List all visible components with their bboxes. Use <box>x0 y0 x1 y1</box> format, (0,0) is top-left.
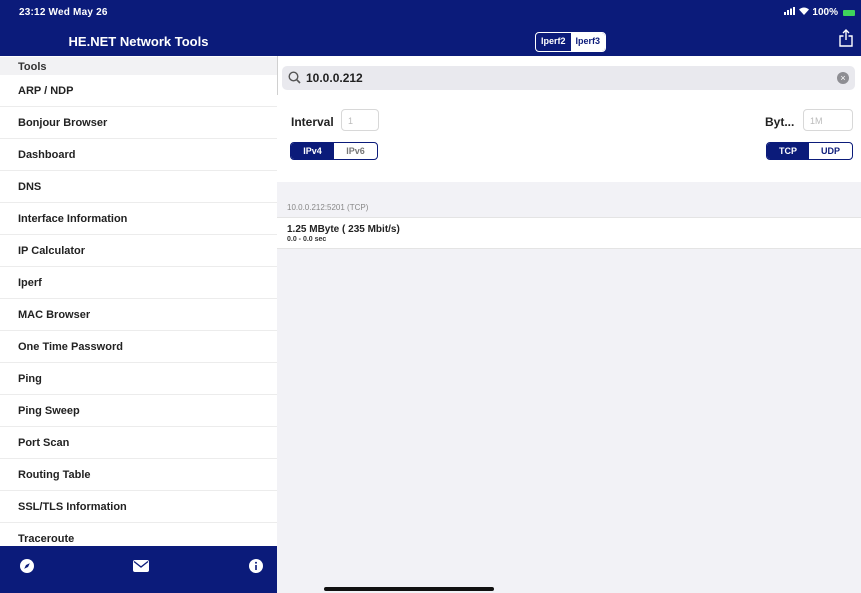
sidebar-item-one-time-password[interactable]: One Time Password <box>0 331 277 363</box>
signal-icon <box>784 7 796 18</box>
sidebar-item-label: DNS <box>18 181 42 193</box>
segment-ipv6[interactable]: IPv6 <box>334 143 377 159</box>
sidebar-item-dns[interactable]: DNS <box>0 171 277 203</box>
sidebar-item-port-scan[interactable]: Port Scan <box>0 427 277 459</box>
search-input[interactable] <box>306 71 806 85</box>
search-bar: × <box>282 66 855 90</box>
result-transfer: 1.25 MByte ( 235 Mbit/s) <box>287 224 400 235</box>
sidebar-item-label: IP Calculator <box>18 245 86 257</box>
share-icon[interactable] <box>839 29 853 52</box>
sidebar-item-ip-calculator[interactable]: IP Calculator <box>0 235 277 267</box>
sidebar-section-header: Tools <box>0 57 277 75</box>
protocol-segment: TCP UDP <box>766 142 853 160</box>
results-header: 10.0.0.212:5201 (TCP) <box>287 203 369 212</box>
sidebar-item-label: SSL/TLS Information <box>18 501 127 513</box>
sidebar-item-label: Ping Sweep <box>18 405 80 417</box>
segment-ipv4[interactable]: IPv4 <box>291 143 334 159</box>
sidebar-item-label: Bonjour Browser <box>18 117 108 129</box>
sidebar-item-label: ARP / NDP <box>18 85 74 97</box>
mail-icon[interactable] <box>133 558 149 574</box>
sidebar-item-label: MAC Browser <box>18 309 91 321</box>
main-header: Iperf2 Iperf3 <box>277 22 861 56</box>
sidebar-item-arp-ndp[interactable]: ARP / NDP <box>0 75 277 107</box>
status-time: 23:12 Wed May 26 <box>19 7 108 18</box>
compass-icon[interactable] <box>19 558 35 574</box>
section-title: Tools <box>18 61 47 73</box>
settings-panel: Interval 1 Byt... 1M IPv4 IPv6 TCP UDP <box>277 95 861 182</box>
battery-percent: 100% <box>812 7 838 18</box>
sidebar-item-label: Interface Information <box>18 213 128 225</box>
bytes-label: Byt... <box>765 115 795 129</box>
sidebar-item-label: Dashboard <box>18 149 76 161</box>
clear-icon[interactable]: × <box>837 72 849 84</box>
sidebar-item-dashboard[interactable]: Dashboard <box>0 139 277 171</box>
sidebar-item-ssl-tls-information[interactable]: SSL/TLS Information <box>0 491 277 523</box>
wifi-icon <box>799 7 810 18</box>
sidebar-item-mac-browser[interactable]: MAC Browser <box>0 299 277 331</box>
sidebar-item-label: Port Scan <box>18 437 70 449</box>
sidebar-item-ping[interactable]: Ping <box>0 363 277 395</box>
interval-label: Interval <box>291 115 334 129</box>
sidebar-header: HE.NET Network Tools <box>0 22 277 56</box>
sidebar-item-routing-table[interactable]: Routing Table <box>0 459 277 491</box>
sidebar-item-label: Iperf <box>18 277 42 289</box>
segment-iperf3[interactable]: Iperf3 <box>570 33 606 51</box>
sidebar-footer <box>0 546 277 593</box>
sidebar-item-label: Routing Table <box>18 469 91 481</box>
segment-udp[interactable]: UDP <box>809 143 852 159</box>
sidebar-item-label: Traceroute <box>18 533 75 545</box>
sidebar-item-label: Ping <box>18 373 42 385</box>
ip-version-segment: IPv4 IPv6 <box>290 142 378 160</box>
sidebar-item-label: One Time Password <box>18 341 123 353</box>
sidebar-item-bonjour-browser[interactable]: Bonjour Browser <box>0 107 277 139</box>
iperf-version-segment: Iperf2 Iperf3 <box>535 32 607 52</box>
result-row[interactable]: 1.25 MByte ( 235 Mbit/s) 0.0 - 0.0 sec <box>277 217 861 249</box>
status-bar: 23:12 Wed May 26 100% <box>0 0 861 22</box>
search-icon <box>288 71 301 89</box>
interval-field[interactable]: 1 <box>341 109 379 131</box>
tool-list: ARP / NDP Bonjour Browser Dashboard DNS … <box>0 75 277 555</box>
results-section: 10.0.0.212:5201 (TCP) 1.25 MByte ( 235 M… <box>277 182 861 593</box>
info-icon[interactable] <box>248 558 264 574</box>
battery-icon <box>843 9 855 16</box>
home-indicator <box>324 587 494 591</box>
result-interval: 0.0 - 0.0 sec <box>287 236 327 243</box>
bytes-field[interactable]: 1M <box>803 109 853 131</box>
segment-iperf2[interactable]: Iperf2 <box>536 33 571 51</box>
sidebar-item-iperf[interactable]: Iperf <box>0 267 277 299</box>
sidebar-item-ping-sweep[interactable]: Ping Sweep <box>0 395 277 427</box>
segment-tcp[interactable]: TCP <box>767 143 810 159</box>
sidebar-item-interface-information[interactable]: Interface Information <box>0 203 277 235</box>
sidebar: HE.NET Network Tools Tools ARP / NDP Bon… <box>0 0 278 593</box>
app-title: HE.NET Network Tools <box>68 34 209 49</box>
status-indicators: 100% <box>784 7 855 18</box>
